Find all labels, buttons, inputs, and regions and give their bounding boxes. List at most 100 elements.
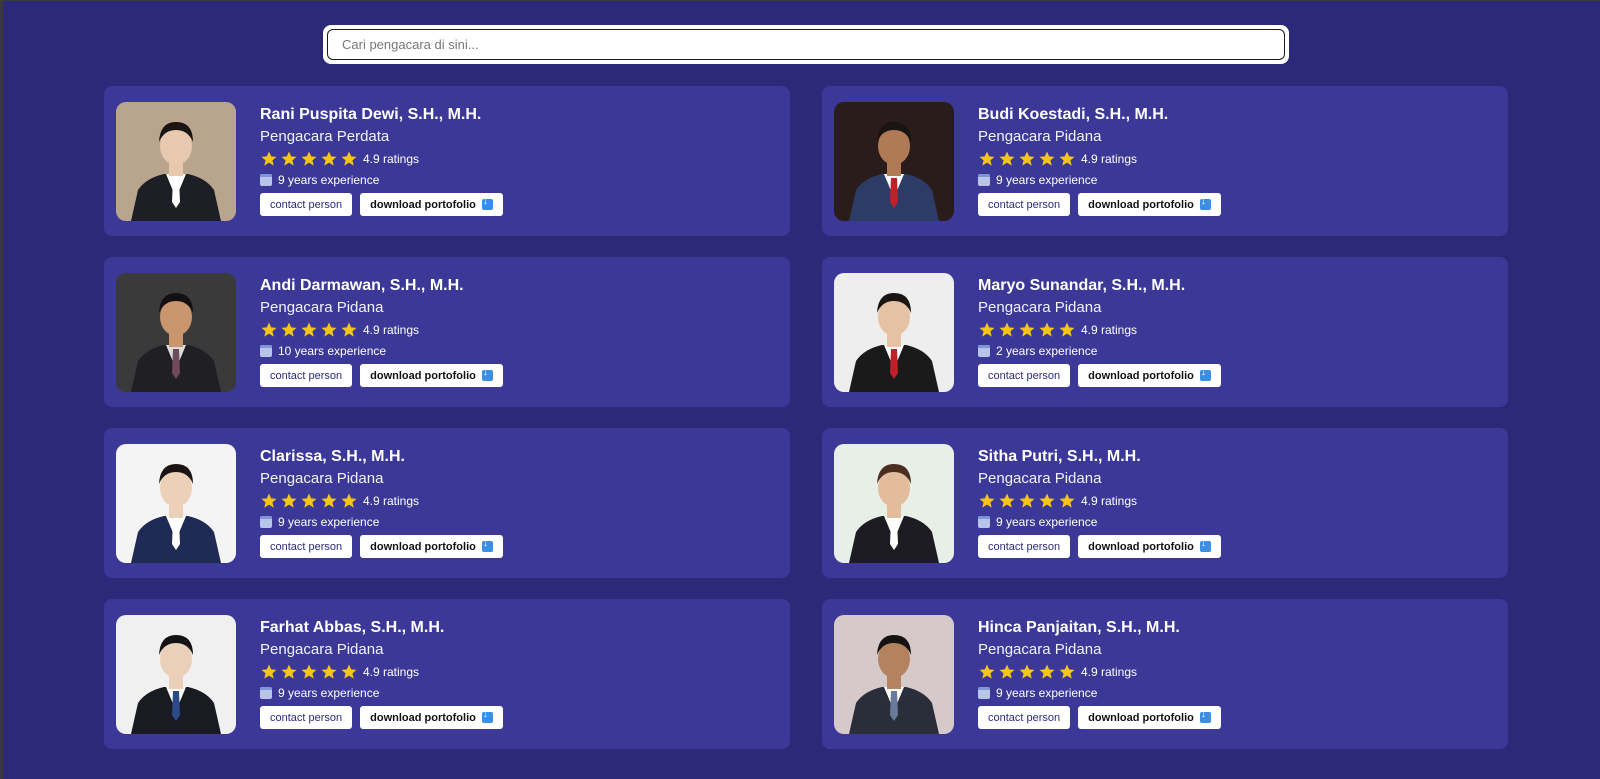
download-portfolio-button[interactable]: download portofolio <box>1078 535 1221 558</box>
contact-person-button[interactable]: contact person <box>260 535 353 558</box>
experience-text: 9 years experience <box>278 515 380 529</box>
lawyer-card: Sitha Putri, S.H., M.H. Pengacara Pidana… <box>822 428 1508 578</box>
male-lawyer-red-tie-photo <box>834 101 954 221</box>
download-portfolio-button[interactable]: download portofolio <box>1078 706 1221 729</box>
experience-row: 10 years experience <box>260 344 503 358</box>
lawyer-info: Clarissa, S.H., M.H. Pengacara Pidana 4.… <box>260 448 503 558</box>
download-portfolio-button[interactable]: download portofolio <box>360 535 503 558</box>
download-label: download portofolio <box>370 540 476 553</box>
lawyer-name: Farhat Abbas, S.H., M.H. <box>260 619 445 636</box>
lawyer-info: Andi Darmawan, S.H., M.H. Pengacara Pida… <box>260 277 503 387</box>
star-icon <box>261 493 277 508</box>
lawyer-card: Andi Darmawan, S.H., M.H. Pengacara Pida… <box>104 257 790 407</box>
contact-person-button[interactable]: contact person <box>978 364 1071 387</box>
download-portfolio-button[interactable]: download portofolio <box>360 193 503 216</box>
star-icon <box>999 151 1015 166</box>
rating-stars <box>260 321 358 339</box>
experience-text: 9 years experience <box>996 173 1098 187</box>
male-judge-gavel-photo <box>834 272 954 392</box>
star-icon <box>999 493 1015 508</box>
female-lawyer-computer-photo <box>834 443 954 563</box>
lawyer-card: Hinca Panjaitan, S.H., M.H. Pengacara Pi… <box>822 599 1508 749</box>
lawyer-specialty: Pengacara Pidana <box>978 470 1102 487</box>
download-icon <box>1199 538 1211 552</box>
card-actions: contact person download portofolio <box>978 193 1221 216</box>
contact-person-button[interactable]: contact person <box>978 706 1071 729</box>
rating-stars <box>978 150 1076 168</box>
lawyer-specialty: Pengacara Pidana <box>978 641 1102 658</box>
download-label: download portofolio <box>1088 711 1194 724</box>
rating-stars <box>260 663 358 681</box>
star-icon <box>261 322 277 337</box>
rating-row: 4.9 ratings <box>260 492 503 510</box>
download-label: download portofolio <box>370 369 476 382</box>
star-icon <box>281 493 297 508</box>
download-portfolio-button[interactable]: download portofolio <box>1078 193 1221 216</box>
rating-text: 4.9 ratings <box>363 494 420 508</box>
download-label: download portofolio <box>1088 198 1194 211</box>
star-icon <box>321 322 337 337</box>
lawyer-name: Maryo Sunandar, S.H., M.H. <box>978 277 1186 294</box>
star-icon <box>281 664 297 679</box>
download-icon <box>1199 367 1211 381</box>
lawyer-card: Farhat Abbas, S.H., M.H. Pengacara Pidan… <box>104 599 790 749</box>
lawyer-specialty: Pengacara Pidana <box>260 641 384 658</box>
rating-text: 4.9 ratings <box>363 665 420 679</box>
star-icon <box>1039 664 1055 679</box>
lawyer-info: Hinca Panjaitan, S.H., M.H. Pengacara Pi… <box>978 619 1221 729</box>
download-icon <box>481 709 493 723</box>
download-icon <box>1199 709 1211 723</box>
download-portfolio-button[interactable]: download portofolio <box>360 706 503 729</box>
experience-text: 10 years experience <box>278 344 387 358</box>
star-icon <box>979 151 995 166</box>
contact-person-button[interactable]: contact person <box>260 364 353 387</box>
lawyer-card: Rani Puspita Dewi, S.H., M.H. Pengacara … <box>104 86 790 236</box>
star-icon <box>1039 151 1055 166</box>
download-portfolio-button[interactable]: download portofolio <box>1078 364 1221 387</box>
contact-person-button[interactable]: contact person <box>978 193 1071 216</box>
star-icon <box>979 664 995 679</box>
download-label: download portofolio <box>370 198 476 211</box>
star-icon <box>341 322 357 337</box>
contact-person-button[interactable]: contact person <box>260 706 353 729</box>
contact-person-button[interactable]: contact person <box>260 193 353 216</box>
star-icon <box>301 151 317 166</box>
lawyer-card: Budi Koestadi, S.H., M.H. Pengacara Pida… <box>822 86 1508 236</box>
download-icon <box>481 538 493 552</box>
experience-row: 9 years experience <box>260 173 503 187</box>
experience-row: 9 years experience <box>260 686 503 700</box>
rating-stars <box>978 321 1076 339</box>
rating-row: 4.9 ratings <box>260 663 503 681</box>
card-actions: contact person download portofolio <box>978 364 1221 387</box>
download-label: download portofolio <box>370 711 476 724</box>
star-icon <box>321 493 337 508</box>
card-actions: contact person download portofolio <box>260 706 503 729</box>
star-icon <box>1019 322 1035 337</box>
star-icon <box>1059 322 1075 337</box>
calendar-icon <box>978 687 990 699</box>
download-portfolio-button[interactable]: download portofolio <box>360 364 503 387</box>
experience-text: 9 years experience <box>278 686 380 700</box>
experience-text: 2 years experience <box>996 344 1098 358</box>
lawyer-grid: Rani Puspita Dewi, S.H., M.H. Pengacara … <box>104 86 1510 749</box>
experience-text: 9 years experience <box>996 686 1098 700</box>
rating-stars <box>260 150 358 168</box>
calendar-icon <box>260 345 272 357</box>
rating-stars <box>260 492 358 510</box>
rating-text: 4.9 ratings <box>1081 665 1138 679</box>
rating-text: 4.9 ratings <box>363 323 420 337</box>
star-icon <box>281 151 297 166</box>
star-icon <box>341 664 357 679</box>
download-icon <box>481 367 493 381</box>
star-icon <box>281 322 297 337</box>
experience-row: 9 years experience <box>978 173 1221 187</box>
lawyer-name: Andi Darmawan, S.H., M.H. <box>260 277 464 294</box>
star-icon <box>1039 493 1055 508</box>
star-icon <box>321 151 337 166</box>
contact-person-button[interactable]: contact person <box>978 535 1071 558</box>
search-input[interactable] <box>327 29 1285 60</box>
male-lawyer-book-photo <box>116 614 236 734</box>
female-lawyer-office-photo <box>116 443 236 563</box>
lawyer-name: Rani Puspita Dewi, S.H., M.H. <box>260 106 482 123</box>
calendar-icon <box>978 345 990 357</box>
